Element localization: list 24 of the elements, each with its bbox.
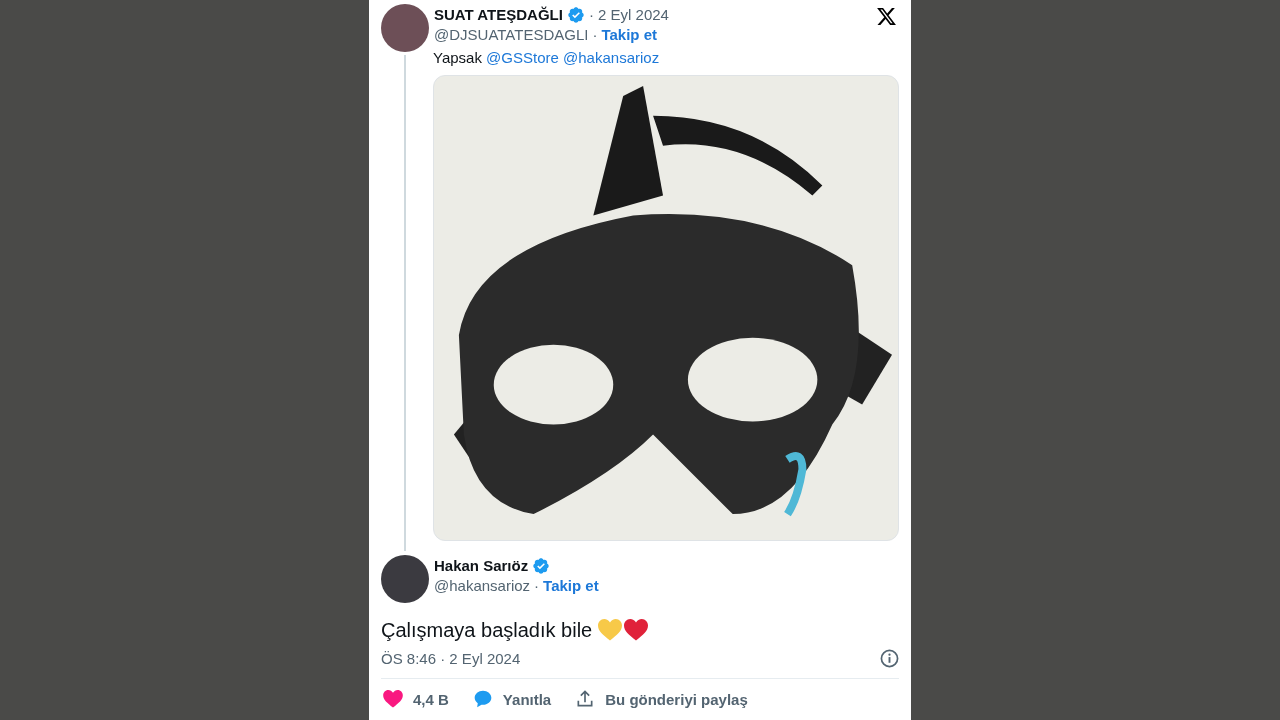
share-icon [575,689,596,709]
tweet-text: Çalışmaya başladık bile [381,618,593,643]
author-name[interactable]: SUAT ATEŞDAĞLI [434,5,563,24]
user-handle[interactable]: @DJSUATATESDAGLI [434,25,589,44]
share-button[interactable]: Bu gönderiyi paylaş [573,689,748,709]
tweet-text: Yapsak @GSStore @hakansarioz [433,48,661,68]
follow-link[interactable]: Takip et [543,576,599,595]
avatar[interactable] [381,555,429,603]
info-icon[interactable] [880,649,899,668]
mention-link[interactable]: @GSStore [486,49,559,66]
separator-dot: · [534,576,540,595]
x-logo-icon[interactable] [875,6,898,27]
follow-link[interactable]: Takip et [601,25,657,44]
like-button[interactable]: 4,4 B [381,690,449,708]
post-date[interactable]: · 2 Eyl 2024 [588,5,669,24]
user-handle[interactable]: @hakansarioz [434,576,531,595]
speech-bubble-icon [472,689,493,709]
author-name[interactable]: Hakan Sarıöz [434,556,529,575]
heart-icon [383,690,403,708]
reply-button[interactable]: Yanıtla [470,689,552,709]
avatar[interactable] [381,4,429,52]
mention-link[interactable]: @hakansarioz [563,49,660,66]
post-timestamp[interactable]: ÖS 8:46 · 2 Eyl 2024 [381,650,521,667]
separator-dot: · [592,25,598,44]
